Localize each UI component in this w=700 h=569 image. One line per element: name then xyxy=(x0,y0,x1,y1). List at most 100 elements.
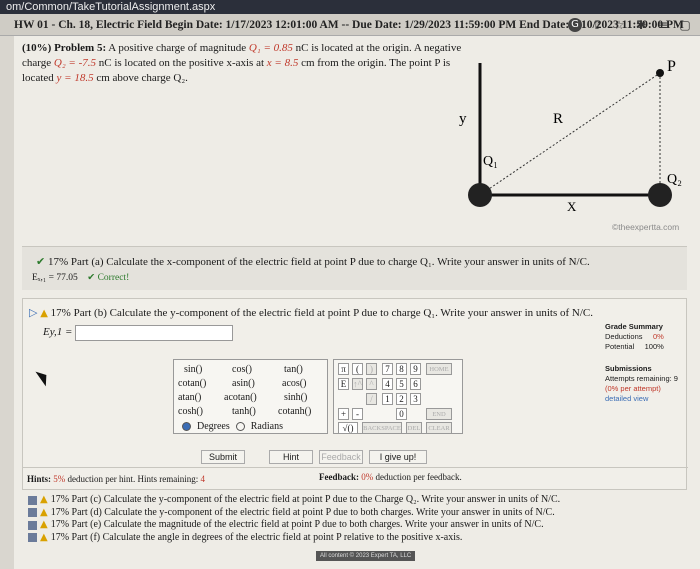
collapse-icon xyxy=(28,533,37,543)
hints-label: Hints: xyxy=(27,474,52,484)
page-url[interactable]: om/Common/TakeTutorialAssignment.aspx xyxy=(6,1,215,13)
key-7[interactable]: 7 xyxy=(382,363,393,375)
number-panel: π ( ) 7 8 9 HOME E ↑^ ^ 4 5 6 / 1 2 3 + … xyxy=(333,359,463,434)
key-backspace[interactable]: BACKSPACE xyxy=(362,422,402,434)
share-icon[interactable]: ⇧ xyxy=(590,18,604,32)
part-f[interactable]: ▲ 17% Part (f) Calculate the angle in deg… xyxy=(28,532,560,545)
key-acos[interactable]: acos() xyxy=(282,378,306,389)
browser-tab-bar: om/Common/TakeTutorialAssignment.aspx xyxy=(0,0,700,14)
key-1[interactable]: 1 xyxy=(382,393,393,405)
key-open-paren[interactable]: ( xyxy=(352,363,363,375)
detailed-view-link[interactable]: detailed view xyxy=(605,394,685,404)
label-y: y xyxy=(459,111,467,127)
key-clear[interactable]: CLEAR xyxy=(426,422,452,434)
key-close-paren[interactable]: ) xyxy=(366,363,377,375)
hints-pct: 5% xyxy=(53,474,66,484)
collapse-icon xyxy=(28,495,37,505)
problem-statement: (10%) Problem 5: A positive charge of ma… xyxy=(22,41,462,86)
key-cosh[interactable]: cosh() xyxy=(178,406,203,417)
correct-icon: ✔ xyxy=(87,273,96,283)
degrees-radio[interactable] xyxy=(182,422,191,431)
warning-icon: ▲ xyxy=(40,506,48,518)
label-q2: Q₂ xyxy=(667,172,682,187)
g-circle-icon[interactable]: G xyxy=(568,18,582,32)
key-sinh[interactable]: sinh() xyxy=(284,392,307,403)
key-del[interactable]: DEL xyxy=(406,422,422,434)
remaining-parts: ▲ 17% Part (c) Calculate the y-component … xyxy=(28,494,560,544)
part-c-text: 17% Part (c) Calculate the y-component o… xyxy=(50,494,561,505)
key-0[interactable]: 0 xyxy=(396,408,407,420)
key-caret[interactable]: ^ xyxy=(366,378,377,390)
key-pi[interactable]: π xyxy=(338,363,349,375)
key-4[interactable]: 4 xyxy=(382,378,393,390)
q2-value: Q₂ = -7.5 xyxy=(53,57,96,69)
hints-remaining: 4 xyxy=(200,474,206,484)
key-plus[interactable]: + xyxy=(338,408,349,420)
key-e[interactable]: E xyxy=(338,378,349,390)
label-r: R xyxy=(553,111,563,127)
key-9[interactable]: 9 xyxy=(410,363,421,375)
answer-input[interactable] xyxy=(75,325,233,341)
key-acotan[interactable]: acotan() xyxy=(224,392,257,403)
expand-arrow-icon[interactable]: ▷ xyxy=(29,307,37,319)
key-up-caret[interactable]: ↑^ xyxy=(352,378,363,390)
key-6[interactable]: 6 xyxy=(410,378,421,390)
menu-icon[interactable]: ≡ xyxy=(656,18,670,32)
collapse-icon xyxy=(28,520,37,530)
key-slash[interactable]: / xyxy=(366,393,377,405)
key-cotan[interactable]: cotan() xyxy=(178,378,206,389)
feedback-label: Feedback: xyxy=(319,472,359,482)
hints-text: deduction per hint. Hints remaining: xyxy=(65,474,199,484)
problem-prefix: (10%) Problem 5: xyxy=(22,42,107,54)
window-icon[interactable]: ▢ xyxy=(678,18,692,32)
part-b-question: ▷ ▲ 17% Part (b) Calculate the y-compone… xyxy=(29,306,593,319)
label-x: X xyxy=(567,199,577,214)
key-5[interactable]: 5 xyxy=(396,378,407,390)
part-a-question: ✔ 17% Part (a) Calculate the x-component… xyxy=(36,255,590,268)
feedback-button[interactable]: Feedback xyxy=(319,450,363,464)
part-c[interactable]: ▲ 17% Part (c) Calculate the y-component … xyxy=(28,494,560,507)
grade-title: Grade Summary xyxy=(605,322,663,331)
part-a-status: Correct! xyxy=(97,273,130,283)
q1-value: Q₁ = 0.85 xyxy=(248,42,293,54)
warning-icon: ▲ xyxy=(40,308,48,319)
submissions-title: Submissions xyxy=(605,364,652,373)
assignment-header: HW 01 - Ch. 18, Electric Field Begin Dat… xyxy=(0,14,700,36)
star-icon[interactable]: ☆ xyxy=(612,18,626,32)
radians-radio[interactable] xyxy=(235,422,245,431)
key-home[interactable]: HOME xyxy=(426,363,452,375)
warning-icon: ▲ xyxy=(40,519,48,530)
key-2[interactable]: 2 xyxy=(396,393,407,405)
key-3[interactable]: 3 xyxy=(410,393,421,405)
key-8[interactable]: 8 xyxy=(396,363,407,375)
key-tanh[interactable]: tanh() xyxy=(232,406,256,417)
submit-button[interactable]: Submit xyxy=(201,450,245,464)
key-sqrt[interactable]: √() xyxy=(338,422,358,434)
answer-label: Ey,1 = xyxy=(43,326,73,338)
puzzle-icon[interactable]: ✱ xyxy=(634,18,648,32)
attempts-remaining: Attempts remaining: 9 xyxy=(605,374,678,383)
hint-button[interactable]: Hint xyxy=(269,450,313,464)
check-icon: ✔ xyxy=(36,256,46,268)
part-e[interactable]: ▲ 17% Part (e) Calculate the magnitude of… xyxy=(28,519,560,532)
key-end[interactable]: END xyxy=(426,408,452,420)
problem-text-3: nC is located on the positive x-axis at xyxy=(95,57,267,69)
angle-mode: Degrees Radians xyxy=(182,421,283,432)
give-up-button[interactable]: I give up! xyxy=(369,450,427,464)
key-cos[interactable]: cos() xyxy=(232,364,252,375)
problem-text-5: cm above charge Q₂. xyxy=(93,72,188,84)
deductions-row: Deductions 0% xyxy=(605,332,664,341)
label-q1: Q₁ xyxy=(483,154,498,169)
part-e-text: 17% Part (e) Calculate the magnitude of … xyxy=(50,519,544,530)
key-asin[interactable]: asin() xyxy=(232,378,255,389)
copyright-footer: All content © 2023 Expert TA, LLC xyxy=(316,551,416,561)
key-sin[interactable]: sin() xyxy=(184,364,202,375)
key-atan[interactable]: atan() xyxy=(178,392,201,403)
part-d[interactable]: ▲ 17% Part (d) Calculate the y-component … xyxy=(28,507,560,520)
key-minus[interactable]: - xyxy=(352,408,363,420)
part-b: ▷ ▲ 17% Part (b) Calculate the y-compone… xyxy=(22,298,688,490)
key-cotanh[interactable]: cotanh() xyxy=(278,406,311,417)
feedback-text: deduction per feedback. xyxy=(373,472,462,482)
warning-icon: ▲ xyxy=(40,531,48,543)
key-tan[interactable]: tan() xyxy=(284,364,303,375)
